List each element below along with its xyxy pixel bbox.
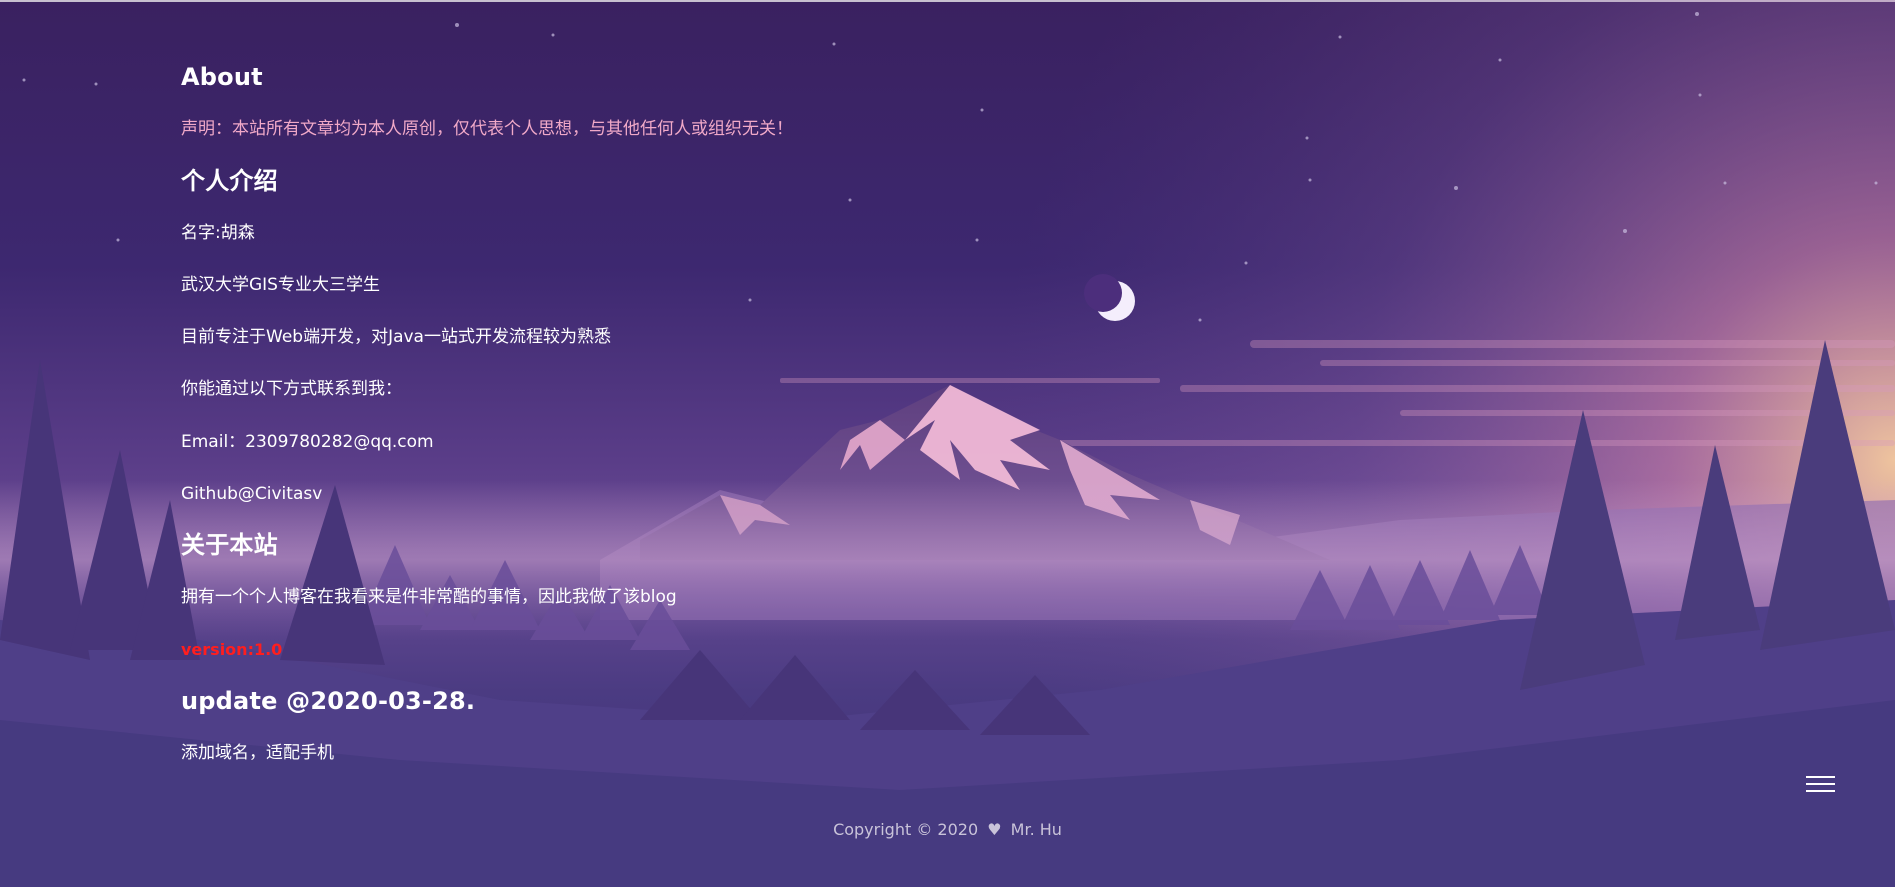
site-heading: 关于本站 — [181, 531, 278, 559]
copyright-text: Copyright © 2020 — [833, 820, 979, 839]
school-text: 武汉大学GIS专业大三学生 — [181, 275, 380, 295]
site-desc-text: 拥有一个个人博客在我看来是件非常酷的事情，因此我做了该blog — [181, 587, 677, 607]
update-desc-text: 添加域名，适配手机 — [181, 743, 334, 763]
focus-text: 目前专注于Web端开发，对Java一站式开发流程较为熟悉 — [181, 327, 611, 347]
contact-text: 你能通过以下方式联系到我： — [181, 379, 402, 399]
name-text: 名字:胡森 — [181, 223, 255, 243]
menu-button[interactable] — [1802, 770, 1838, 798]
email-text: Email：2309780282@qq.com — [181, 432, 434, 452]
about-heading: About — [181, 63, 263, 91]
heart-icon: ♥ — [987, 820, 1002, 839]
update-heading: update @2020-03-28. — [181, 687, 476, 715]
intro-heading: 个人介绍 — [181, 167, 278, 195]
author-text: Mr. Hu — [1010, 820, 1062, 839]
page-background: About 声明：本站所有文章均为本人原创，仅代表个人思想，与其他任何人或组织无… — [0, 0, 1895, 887]
github-text: Github@Civitasv — [181, 484, 323, 504]
version-text: version:1.0 — [181, 640, 283, 659]
footer: Copyright © 2020 ♥ Mr. Hu — [0, 819, 1895, 841]
statement-text: 声明：本站所有文章均为本人原创，仅代表个人思想，与其他任何人或组织无关！ — [181, 119, 793, 139]
